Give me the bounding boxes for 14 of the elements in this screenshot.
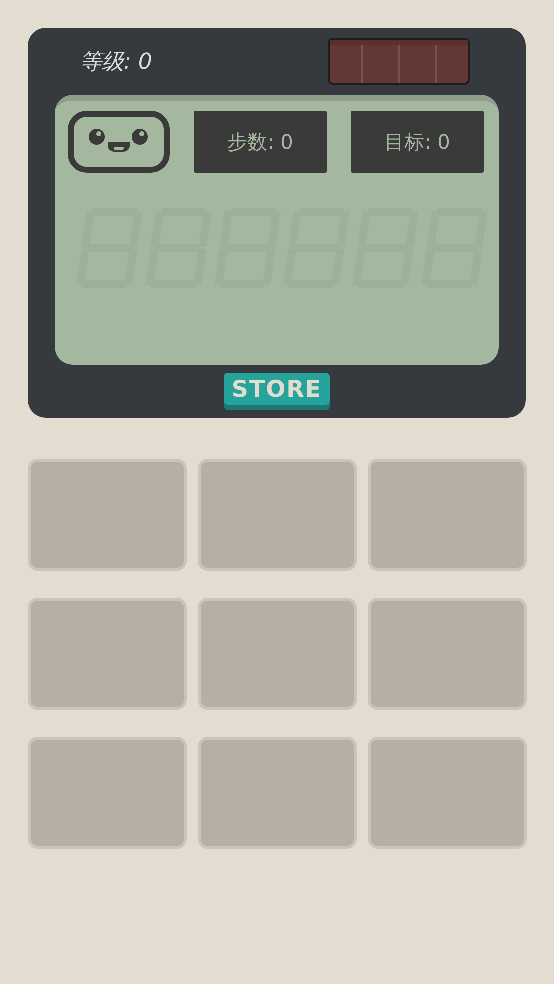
store-button[interactable]: STORE [224, 373, 330, 410]
pad-button[interactable] [368, 598, 527, 710]
pad-button[interactable] [28, 598, 187, 710]
level-label: 等级: 0 [80, 48, 152, 76]
pad-button[interactable] [28, 737, 187, 849]
pad-button[interactable] [198, 459, 357, 571]
face-icon [68, 111, 170, 173]
pad-button[interactable] [198, 737, 357, 849]
pad-button[interactable] [28, 459, 187, 571]
pad-button[interactable] [368, 459, 527, 571]
stat-display: 步数: 0 [194, 111, 327, 173]
stat-display: 目标: 0 [351, 111, 484, 173]
pad-button[interactable] [368, 737, 527, 849]
pad-button[interactable] [198, 598, 357, 710]
